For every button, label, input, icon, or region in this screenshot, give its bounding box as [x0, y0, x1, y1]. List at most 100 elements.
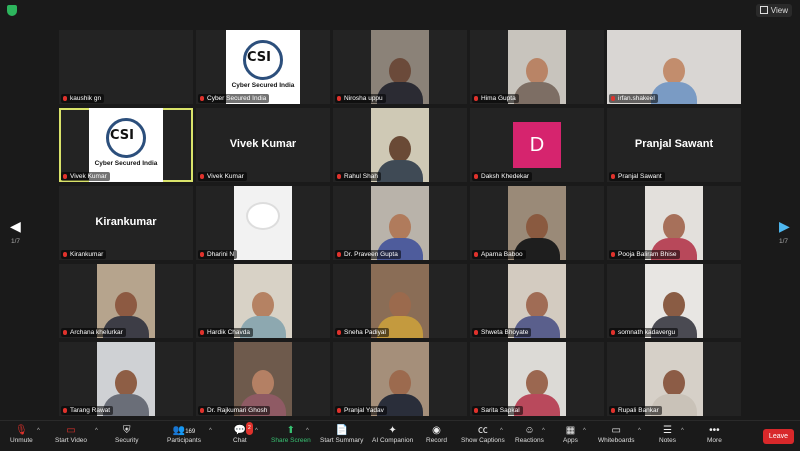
share-options-caret-icon[interactable]: ^: [306, 428, 309, 434]
participant-name: Pranjal Yadav: [344, 407, 384, 414]
more-dots-icon: •••: [709, 425, 720, 436]
participant-name: Rupali Bankar: [618, 407, 659, 414]
head-shape: [115, 370, 137, 396]
mic-muted-icon: [611, 96, 615, 101]
participant-tile[interactable]: Dr. Rajkumari Ghosh: [196, 342, 330, 416]
previous-page-arrow-icon[interactable]: ◀: [10, 218, 21, 235]
participant-tile[interactable]: Sarita Sapkal: [470, 342, 604, 416]
mic-muted-icon: [474, 252, 478, 257]
logo-caption: Cyber Secured India: [94, 160, 158, 167]
video-options-caret-icon[interactable]: ^: [95, 428, 98, 434]
participant-name-label: Pranjal Sawant: [609, 172, 665, 181]
captions-icon: ㏄: [477, 425, 488, 436]
captions-options-caret-icon[interactable]: ^: [500, 428, 503, 434]
participant-tile[interactable]: kaushik gn: [59, 30, 193, 104]
video-feed: [97, 264, 155, 338]
view-button[interactable]: View: [755, 4, 792, 17]
participant-tile[interactable]: Sneha Padiyal: [333, 264, 467, 338]
video-grid: kaushik gn CSI Cyber Secured India Cyber Se…: [59, 30, 741, 418]
apps-options-caret-icon[interactable]: ^: [583, 428, 586, 434]
participant-tile[interactable]: somnath kadavergu: [607, 264, 741, 338]
participant-tile[interactable]: Dr. Praveen Gupta: [333, 186, 467, 260]
participant-name-label: Cyber Secured India: [198, 94, 270, 103]
participant-name-label: Nirosha uppu: [335, 94, 386, 103]
mic-muted-icon: [337, 96, 341, 101]
participant-tile[interactable]: Rahul Shah: [333, 108, 467, 182]
participant-tile[interactable]: Nirosha uppu: [333, 30, 467, 104]
participant-name-label: Pooja Baliram Bhise: [609, 250, 680, 259]
apps-button[interactable]: ▦ Apps: [563, 424, 578, 444]
notes-button[interactable]: ☰ Notes: [659, 424, 676, 444]
participant-tile[interactable]: irfan.shakeel: [607, 30, 741, 104]
reactions-options-caret-icon[interactable]: ^: [542, 428, 545, 434]
participant-tile[interactable]: Pooja Baliram Bhise: [607, 186, 741, 260]
head-shape: [526, 370, 548, 396]
participant-tile[interactable]: Shweta Bhoyate: [470, 264, 604, 338]
participant-name: kaushik gn: [70, 95, 102, 102]
mic-muted-icon: [200, 330, 204, 335]
whiteboards-options-caret-icon[interactable]: ^: [638, 428, 641, 434]
participant-tile[interactable]: Kirankumar Kirankumar: [59, 186, 193, 260]
mic-muted-icon: [337, 252, 341, 257]
notes-options-caret-icon[interactable]: ^: [681, 428, 684, 434]
participant-tile[interactable]: Rupali Bankar: [607, 342, 741, 416]
participant-tile[interactable]: Hardik Chavda: [196, 264, 330, 338]
participant-name-label: irfan.shakeel: [609, 94, 658, 103]
video-feed: [645, 342, 703, 416]
show-captions-button[interactable]: ㏄ Show Captions: [461, 424, 505, 444]
record-button[interactable]: ◉ Record: [426, 424, 447, 444]
next-page-arrow-icon[interactable]: ▶: [779, 218, 790, 235]
chat-badge: 2: [245, 422, 253, 435]
head-shape: [526, 292, 548, 318]
participants-options-caret-icon[interactable]: ^: [209, 428, 212, 434]
apps-icon: ▦: [565, 425, 576, 436]
participant-name: Pranjal Sawant: [618, 173, 662, 180]
grid-view-icon: [759, 6, 768, 14]
participant-tile[interactable]: CSI Cyber Secured India Vivek Kumar: [59, 108, 193, 182]
video-feed: [645, 186, 703, 260]
start-summary-button[interactable]: 📄 Start Summary: [320, 424, 363, 444]
more-button[interactable]: ••• More: [707, 424, 722, 444]
participant-tile[interactable]: Dharini N: [196, 186, 330, 260]
participant-name-label: Sarita Sapkal: [472, 406, 523, 415]
video-feed: [234, 342, 292, 416]
video-feed: [508, 264, 566, 338]
participant-tile[interactable]: Tarang Rawat: [59, 342, 193, 416]
chat-options-caret-icon[interactable]: ^: [255, 428, 258, 434]
participant-tile[interactable]: Hima Gupta: [470, 30, 604, 104]
share-screen-button[interactable]: ⬆ Share Screen: [271, 424, 311, 444]
unmute-button[interactable]: 🎙 Unmute: [10, 424, 33, 444]
participant-tile[interactable]: Vivek Kumar Vivek Kumar: [196, 108, 330, 182]
mic-muted-icon: [337, 174, 341, 179]
head-shape: [526, 58, 548, 84]
encryption-shield-icon[interactable]: [7, 5, 17, 16]
participant-tile[interactable]: Aparna Baboo: [470, 186, 604, 260]
audio-options-caret-icon[interactable]: ^: [37, 428, 40, 434]
head-shape: [663, 58, 685, 84]
leave-button[interactable]: Leave: [762, 429, 794, 444]
cyber-secured-india-logo: CSI Cyber Secured India: [226, 30, 300, 104]
participant-name-label: Shweta Bhoyate: [472, 328, 532, 337]
start-video-button[interactable]: ▭ Start Video: [55, 424, 87, 444]
chat-icon: 💬 2: [233, 422, 253, 437]
participant-name-label: Vivek Kumar: [61, 172, 110, 181]
ai-companion-button[interactable]: ✦ AI Companion: [372, 424, 413, 444]
participant-tile[interactable]: Archana khelurkar: [59, 264, 193, 338]
participant-silhouette: [651, 58, 697, 104]
whiteboards-button[interactable]: ▭ Whiteboards: [598, 424, 635, 444]
logo-lettering: CSI: [247, 50, 271, 65]
mic-muted-icon: [63, 96, 67, 101]
participant-tile[interactable]: Pranjal Sawant Pranjal Sawant: [607, 108, 741, 182]
participant-tile[interactable]: D Daksh Khedekar: [470, 108, 604, 182]
participant-tile[interactable]: CSI Cyber Secured India Cyber Secured Indi…: [196, 30, 330, 104]
participants-button[interactable]: 👥169 Participants: [167, 424, 201, 444]
top-bar: View: [0, 0, 800, 22]
head-shape: [389, 136, 411, 162]
security-button[interactable]: ⛨ Security: [115, 424, 138, 444]
participant-tile[interactable]: Pranjal Yadav: [333, 342, 467, 416]
participant-name-label: Daksh Khedekar: [472, 172, 533, 181]
reactions-button[interactable]: ☺ Reactions: [515, 424, 544, 444]
chat-button[interactable]: 💬 2 Chat: [233, 422, 253, 444]
participant-name: Sneha Padiyal: [344, 329, 386, 336]
mic-muted-icon: [337, 408, 341, 413]
